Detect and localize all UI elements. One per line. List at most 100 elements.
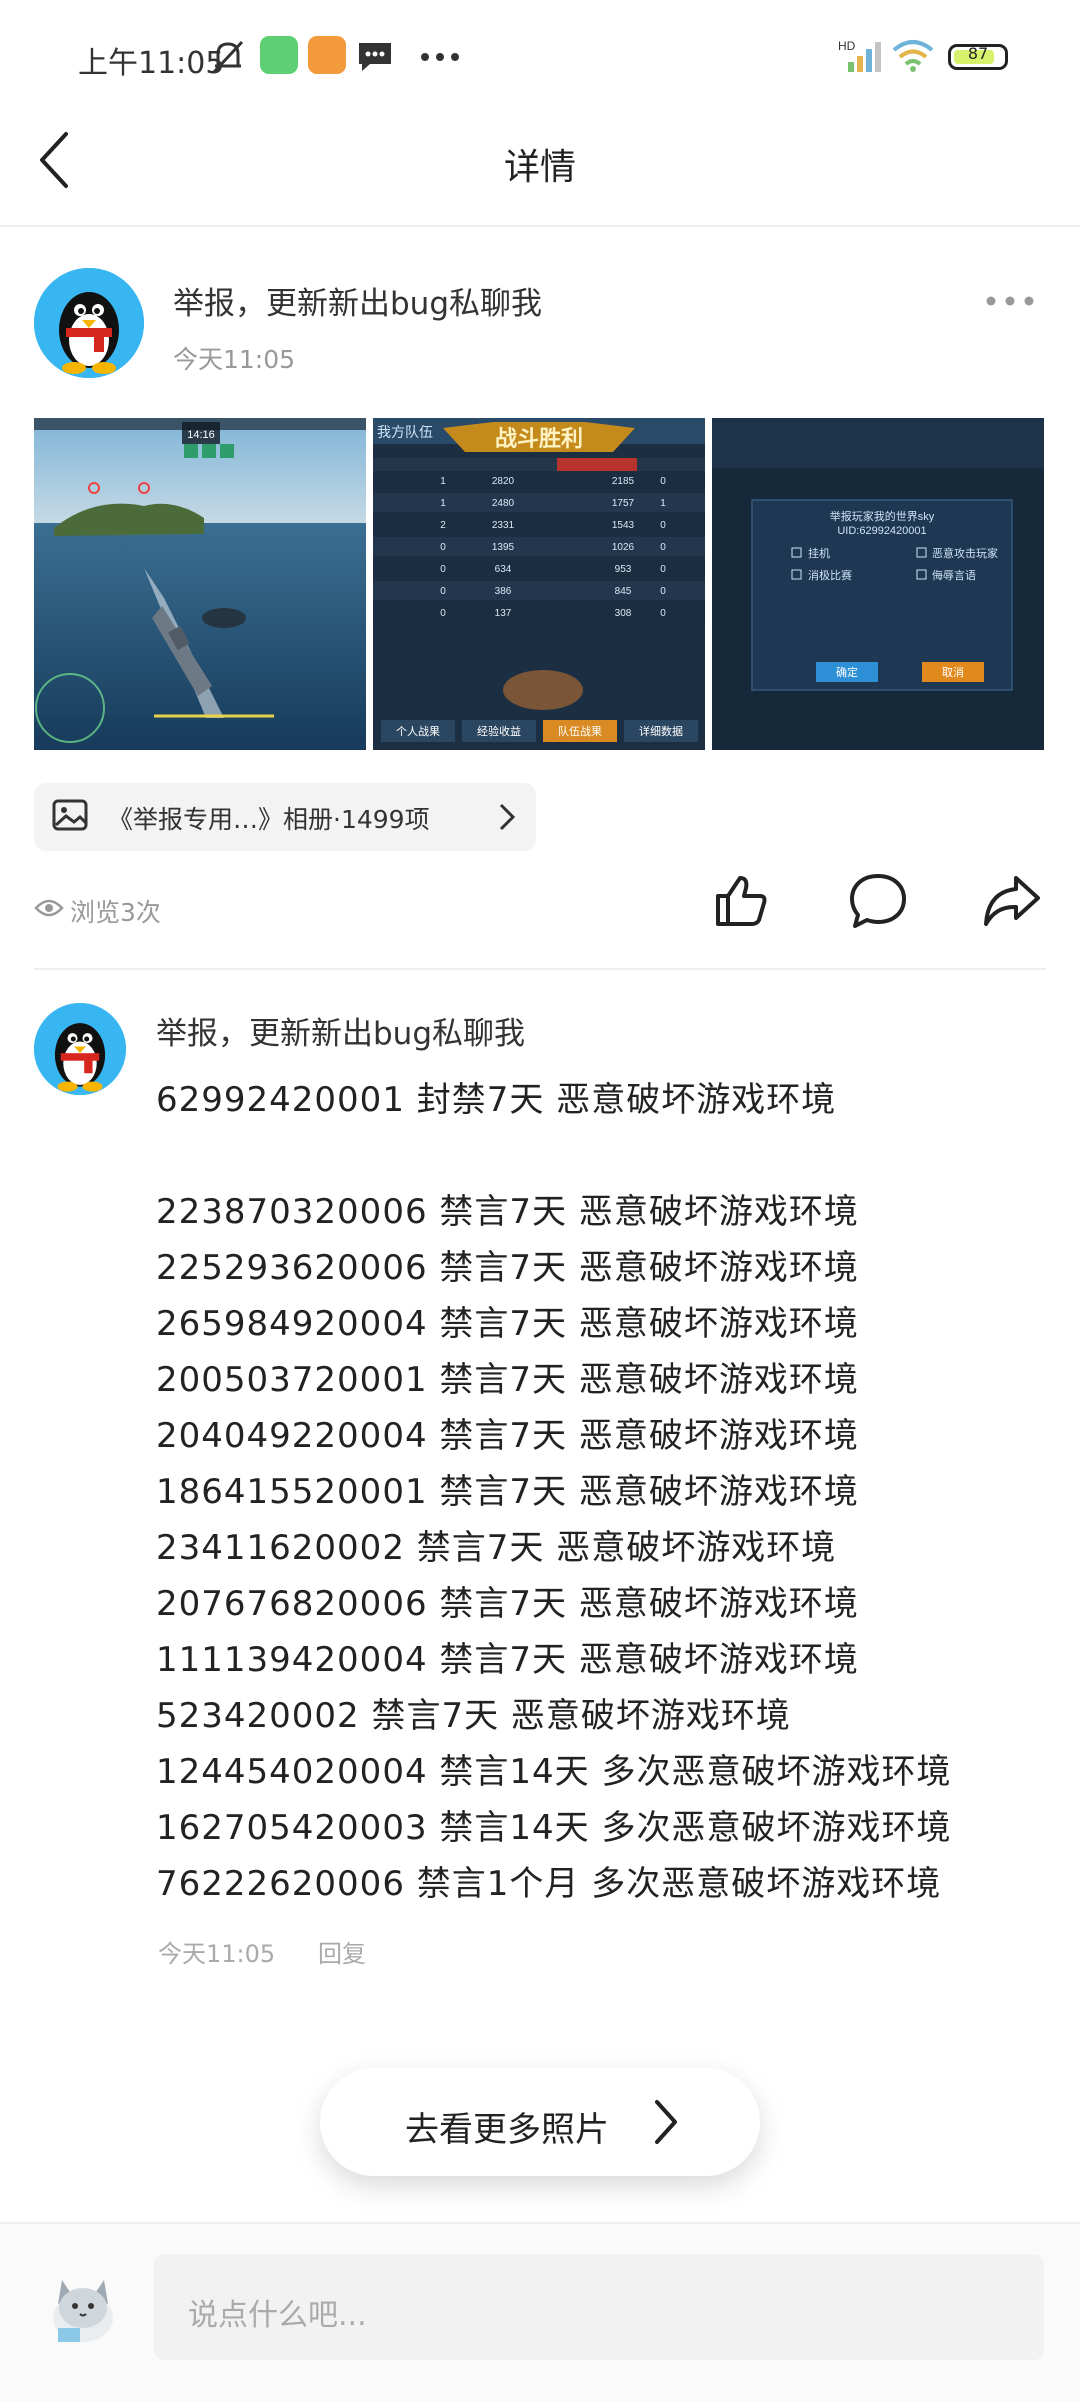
scoreboard-row xyxy=(373,515,705,534)
comment-line: 186415520001 禁言7天 恶意破坏游戏环境 xyxy=(156,1472,859,1512)
scoreboard-cell: 2820 xyxy=(492,476,515,487)
comment-line: 523420002 禁言7天 恶意破坏游戏环境 xyxy=(156,1696,791,1736)
scoreboard-cell: 1 xyxy=(440,476,446,487)
scoreboard-cell: 137 xyxy=(495,608,512,619)
result-tab-label: 个人战果 xyxy=(396,725,440,738)
report-option-1: 挂机 xyxy=(808,546,830,560)
user-avatar-cat-icon[interactable] xyxy=(40,2270,126,2348)
comment-line: 207676820006 禁言7天 恶意破坏游戏环境 xyxy=(156,1584,859,1624)
scoreboard-cell: 2 xyxy=(440,520,446,531)
report-dialog-title: 举报玩家我的世界sky xyxy=(830,509,935,523)
scoreboard-cell: 386 xyxy=(495,586,512,597)
eye-icon xyxy=(34,899,64,917)
scoreboard-cell: 0 xyxy=(660,608,666,619)
message-icon xyxy=(359,43,391,71)
scoreboard-row xyxy=(373,581,705,600)
bell-muted-icon xyxy=(212,40,244,74)
report-dialog-uid: UID:62992420001 xyxy=(837,525,926,537)
comment-line: 223870320006 禁言7天 恶意破坏游戏环境 xyxy=(156,1192,859,1232)
scoreboard-cell: 953 xyxy=(615,564,632,575)
report-option-4: 侮辱言语 xyxy=(932,568,976,582)
scoreboard-cell: 0 xyxy=(660,476,666,487)
comment-line: 111139420004 禁言7天 恶意破坏游戏环境 xyxy=(156,1640,859,1680)
scoreboard-cell: 2331 xyxy=(492,520,515,531)
scoreboard-cell: 1 xyxy=(440,498,446,509)
comment-line: 225293620006 禁言7天 恶意破坏游戏环境 xyxy=(156,1248,859,1288)
reply-button[interactable]: 回复 xyxy=(318,1934,366,1969)
more-photos-label: 去看更多照片 xyxy=(405,2110,609,2150)
photo-2[interactable]: 我方队伍 战斗胜利 1 2820 2185 0 1 2480 1757 1 2 2331 1543 0… xyxy=(373,418,705,750)
comment-line: 62992420001 封禁7天 恶意破坏游戏环境 xyxy=(156,1080,837,1120)
comment-line: 23411620002 禁言7天 恶意破坏游戏环境 xyxy=(156,1528,837,1568)
report-option-3: 消极比赛 xyxy=(808,568,852,582)
post-time: 今天11:05 xyxy=(173,345,296,374)
report-cancel: 取消 xyxy=(942,665,964,679)
share-icon[interactable] xyxy=(982,874,1042,928)
victory-banner: 战斗胜利 xyxy=(495,426,583,451)
like-icon[interactable] xyxy=(712,872,770,930)
status-time: 上午11:05 xyxy=(78,46,225,81)
scoreboard-cell: 1543 xyxy=(612,520,635,531)
page-title: 详情 xyxy=(503,147,576,188)
report-option-2: 恶意攻击玩家 xyxy=(932,546,998,560)
scoreboard-row xyxy=(373,493,705,512)
comment-avatar[interactable] xyxy=(34,1003,126,1095)
scoreboard-cell: 1026 xyxy=(612,542,635,553)
scoreboard-cell: 1 xyxy=(660,498,666,509)
scoreboard-row xyxy=(373,559,705,578)
scoreboard-row xyxy=(373,537,705,556)
photo-3[interactable]: 举报玩家我的世界sky UID:62992420001 挂机 恶意攻击玩家 消极… xyxy=(712,418,1044,750)
network-label: HD xyxy=(838,39,856,53)
view-count: 浏览3次 xyxy=(70,898,161,927)
comment-icon[interactable] xyxy=(848,872,908,930)
signal-icon: HD xyxy=(838,39,881,72)
scoreboard-cell: 2480 xyxy=(492,498,515,509)
team-label: 我方队伍 xyxy=(377,424,433,440)
more-options-icon[interactable] xyxy=(985,295,1035,307)
comment-time: 今天11:05 xyxy=(158,1940,276,1968)
divider xyxy=(34,968,1046,970)
result-tab-label: 经验收益 xyxy=(477,724,521,738)
scoreboard-row xyxy=(373,471,705,490)
wechat-app-icon xyxy=(260,36,298,74)
comment-body: 62992420001 封禁7天 恶意破坏游戏环境 223870320006 禁言… xyxy=(156,1072,951,1912)
result-tab-label: 队伍战果 xyxy=(558,724,602,738)
shield-app-icon xyxy=(308,36,346,74)
comment-line xyxy=(156,1128,951,1184)
wifi-icon xyxy=(892,40,934,72)
battery-icon: 87 xyxy=(948,44,1008,70)
scoreboard-cell: 0 xyxy=(660,520,666,531)
game-timer: 14:16 xyxy=(187,429,215,441)
album-icon xyxy=(52,799,88,831)
scoreboard-cell: 845 xyxy=(615,586,632,597)
scoreboard-cell: 2185 xyxy=(612,476,635,487)
scoreboard-cell: 0 xyxy=(440,542,446,553)
scoreboard-cell: 308 xyxy=(615,608,632,619)
chevron-right-icon xyxy=(499,803,516,831)
photo-1[interactable]: 14:16 xyxy=(34,418,366,750)
avatar[interactable] xyxy=(34,268,144,378)
qq-penguin-avatar-icon xyxy=(34,1003,126,1095)
result-tab-label: 详细数据 xyxy=(639,724,683,738)
scoreboard-cell: 0 xyxy=(440,564,446,575)
comment-input-placeholder: 说点什么吧... xyxy=(188,2298,367,2333)
comment-line: 265984920004 禁言7天 恶意破坏游戏环境 xyxy=(156,1304,859,1344)
comment-line: 200503720001 禁言7天 恶意破坏游戏环境 xyxy=(156,1360,859,1400)
more-notifications-icon xyxy=(421,53,459,61)
comment-line: 204049220004 禁言7天 恶意破坏游戏环境 xyxy=(156,1416,859,1456)
comment-line: 76222620006 禁言1个月 多次恶意破坏游戏环境 xyxy=(156,1864,942,1904)
comment-line: 162705420003 禁言14天 多次恶意破坏游戏环境 xyxy=(156,1808,952,1848)
scoreboard-row xyxy=(373,603,705,622)
scoreboard-cell: 0 xyxy=(660,564,666,575)
report-confirm: 确定 xyxy=(836,665,858,679)
scoreboard-cell: 1395 xyxy=(492,542,515,553)
album-label: 《举报专用…》相册·1499项 xyxy=(108,805,430,834)
scoreboard-cell: 0 xyxy=(660,542,666,553)
qq-penguin-avatar-icon xyxy=(34,268,144,378)
post-title: 举报，更新新出bug私聊我 xyxy=(173,286,543,322)
scoreboard-cell: 1757 xyxy=(612,498,635,509)
scoreboard-cell: 0 xyxy=(440,608,446,619)
scoreboard-cell: 0 xyxy=(660,586,666,597)
scoreboard-cell: 0 xyxy=(440,586,446,597)
chevron-right-icon xyxy=(655,2100,677,2144)
